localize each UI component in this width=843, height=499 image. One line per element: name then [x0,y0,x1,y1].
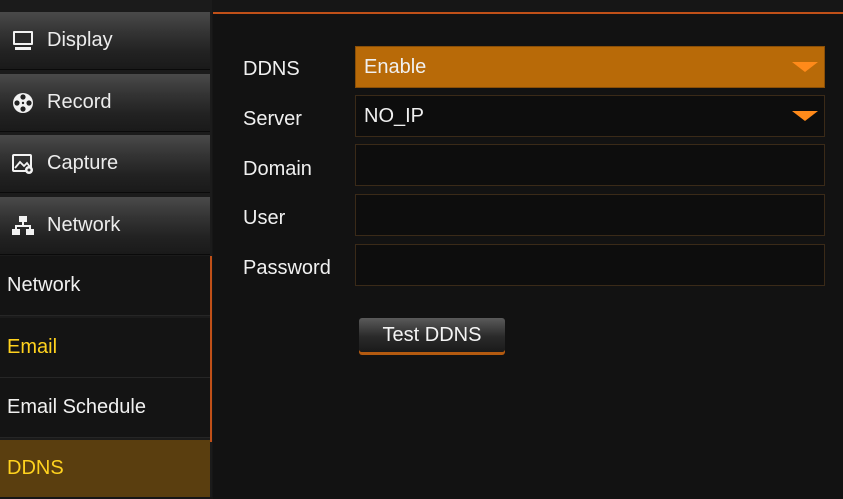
image-capture-icon [11,152,35,176]
menu-network-label: Network [47,214,121,236]
server-value: NO_IP [364,104,425,127]
chevron-down-icon[interactable] [786,96,824,136]
subitem-email-label: Email [7,336,58,358]
sidebar: Display Record Capture Network Network E… [0,0,212,497]
ddns-settings-panel: DDNS Enable Server NO_IP Domain User Pas… [213,12,843,499]
domain-label: Domain [243,158,312,180]
network-icon [11,214,35,238]
user-label: User [243,207,286,229]
subitem-email-schedule-label: Email Schedule [7,396,146,418]
menu-network-button[interactable]: Network [0,197,210,255]
menu-record-label: Record [47,91,112,113]
password-input[interactable] [355,244,825,286]
server-label: Server [243,108,302,130]
subitem-network-label: Network [7,274,81,296]
domain-input[interactable] [355,144,825,186]
subitem-email-schedule[interactable]: Email Schedule [0,378,210,438]
server-dropdown[interactable]: NO_IP [355,95,825,137]
password-label: Password [243,257,331,279]
film-reel-icon [11,91,35,115]
menu-record-button[interactable]: Record [0,74,210,132]
subitem-network[interactable]: Network [0,256,210,316]
menu-display-button[interactable]: Display [0,12,210,70]
ddns-enable-value: Enable [364,55,427,78]
subitem-ddns[interactable]: DDNS [0,440,210,497]
menu-capture-label: Capture [47,152,119,174]
ddns-label: DDNS [243,58,300,80]
monitor-icon [11,29,35,53]
ddns-enable-dropdown[interactable]: Enable [355,46,825,88]
user-input[interactable] [355,194,825,236]
test-ddns-button[interactable]: Test DDNS [359,318,505,352]
menu-display-label: Display [47,29,113,51]
subitem-ddns-label: DDNS [7,457,64,479]
menu-capture-button[interactable]: Capture [0,135,210,193]
subitem-email[interactable]: Email [0,318,210,378]
chevron-down-icon[interactable] [786,47,824,87]
